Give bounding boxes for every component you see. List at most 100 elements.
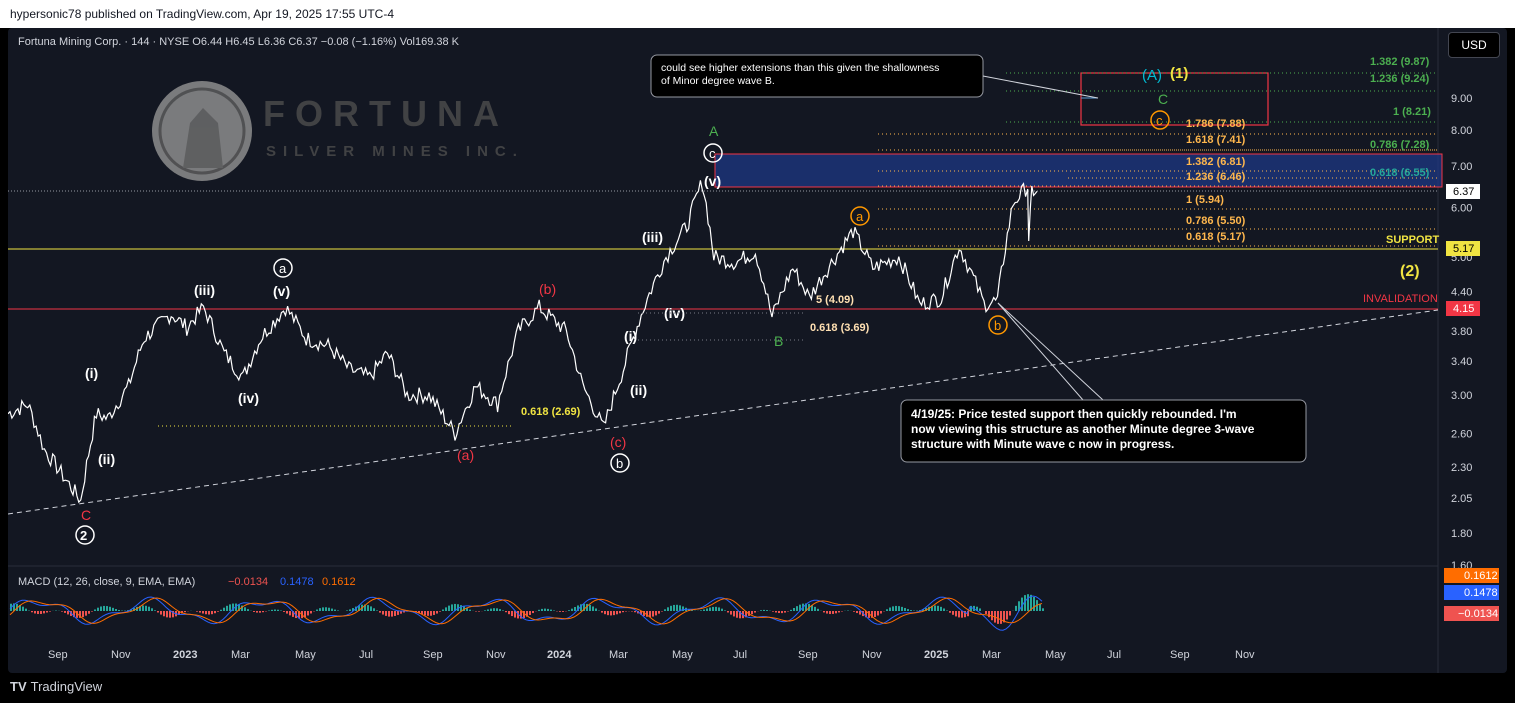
macd-histogram-bar	[775, 611, 777, 613]
fib-1618: 1.618 (7.41)	[1186, 134, 1246, 146]
macd-histogram-bar	[142, 605, 144, 611]
logo-subtitle: SILVER MINES INC.	[266, 143, 524, 160]
tradingview-brand[interactable]: TV TradingView	[10, 679, 102, 694]
currency-button[interactable]: USD	[1448, 32, 1500, 58]
macd-histogram-bar	[910, 610, 912, 611]
macd-histogram-bar	[325, 607, 327, 611]
macd-histogram-bar	[817, 608, 819, 611]
macd-histogram-bar	[427, 611, 429, 616]
macd-histogram-bar	[997, 611, 999, 624]
time-tick: 2025	[924, 649, 948, 661]
macd-histogram-bar	[511, 611, 513, 617]
macd-histogram-bar	[397, 611, 399, 615]
time-tick: Nov	[862, 649, 882, 661]
note-top-line1: could see higher extensions than this gi…	[661, 62, 939, 74]
macd-histogram-bar	[253, 611, 255, 612]
open-value: 6.44	[200, 36, 223, 48]
macd-histogram-bar	[442, 609, 444, 611]
note-bottom-line1: 4/19/25: Price tested support then quick…	[911, 407, 1237, 421]
price-tick: 3.00	[1451, 390, 1472, 402]
macd-histogram-bar	[949, 611, 951, 613]
macd-histogram-bar	[907, 609, 909, 611]
fib-0618-upper: 0.618 (6.55)	[1370, 167, 1430, 179]
wave-i-2: (i)	[624, 328, 637, 344]
time-tick: Nov	[1235, 649, 1255, 661]
macd-histogram-bar	[67, 611, 69, 615]
macd-histogram-bar	[229, 604, 231, 611]
logo-name: FORTUNA	[263, 93, 509, 134]
macd-histogram-bar	[367, 605, 369, 611]
macd-line-value: 0.1478	[280, 576, 314, 588]
macd-histogram-bar	[832, 611, 834, 614]
wave-iv-1: (iv)	[238, 390, 259, 406]
fortuna-logo: FORTUNA SILVER MINES INC.	[152, 81, 524, 181]
macd-histogram-bar	[886, 609, 888, 611]
macd-histogram-bar	[424, 611, 426, 616]
last-price-value: 6.37	[1453, 186, 1474, 198]
macd-histogram-bar	[655, 611, 657, 616]
wave-2-yellow: (2)	[1400, 263, 1420, 280]
macd-histogram-bar	[112, 607, 114, 611]
price-tick: 2.05	[1451, 493, 1472, 505]
macd-histogram-bar	[781, 611, 783, 614]
macd-histogram-bar	[874, 611, 876, 617]
price-chart[interactable]: FORTUNA SILVER MINES INC. C 2 (i) (ii) (…	[8, 28, 1507, 673]
macd-signal-badge-value: 0.1612	[1464, 570, 1498, 582]
macd-histogram-bar	[199, 611, 201, 613]
macd-histogram-bar	[145, 605, 147, 611]
time-tick: Mar	[231, 649, 250, 661]
wave-1-yellow: (1)	[1170, 65, 1188, 82]
time-tick: Sep	[1170, 649, 1190, 661]
time-tick: May	[672, 649, 693, 661]
macd-histogram-bar	[88, 611, 90, 614]
wave-A-green: A	[709, 123, 719, 139]
time-tick: Jul	[733, 649, 747, 661]
macd-histogram-bar	[448, 605, 450, 611]
note-bottom-pointer-1	[997, 302, 1104, 401]
time-tick: Sep	[48, 649, 68, 661]
fib-0618-lower: 0.618 (2.69)	[521, 406, 581, 418]
macd-histogram-bar	[433, 611, 435, 615]
macd-histogram-bar	[256, 611, 258, 613]
wave-ii-2: (ii)	[630, 382, 647, 398]
macd-histogram-bar	[379, 611, 381, 613]
macd-histogram-bar	[568, 610, 570, 611]
price-axis[interactable]: 1.601.802.052.302.603.003.403.804.405.00…	[1451, 93, 1472, 572]
macd-histogram-bar	[985, 611, 987, 614]
macd-histogram-bar	[508, 611, 510, 615]
macd-histogram-bar	[169, 611, 171, 618]
chart-frame[interactable]: FORTUNA SILVER MINES INC. C 2 (i) (ii) (…	[8, 28, 1507, 673]
wave-v-2: (v)	[704, 173, 721, 189]
macd-histogram-bar	[349, 609, 351, 611]
macd-histogram-bar	[835, 611, 837, 614]
time-axis[interactable]: Sep Nov 2023 Mar May Jul Sep Nov 2024 Mar May Jul Se…	[48, 649, 1255, 661]
note-bottom-line2: now viewing this structure as another Mi…	[911, 422, 1255, 436]
macd-histogram-bar	[1027, 594, 1029, 611]
macd-histogram-bar	[436, 611, 438, 614]
macd-histogram-bar	[166, 611, 168, 618]
macd-histogram-bar	[952, 611, 954, 615]
macd-histogram-bar	[445, 607, 447, 611]
macd-histogram-bar	[247, 609, 249, 611]
macd-histogram-bar	[727, 611, 729, 613]
fib-0618: 0.618 (5.17)	[1186, 231, 1246, 243]
fib-5-b: 5 (4.09)	[816, 294, 854, 306]
macd-histogram-bar	[1039, 604, 1041, 611]
support-label: SUPPORT	[1386, 234, 1439, 246]
wave-b-red: (b)	[539, 281, 556, 297]
macd-histogram-bar	[652, 611, 654, 617]
macd-histogram-bar	[484, 610, 486, 611]
macd-histogram-bar	[478, 611, 480, 612]
fib-1: 1 (5.94)	[1186, 194, 1224, 206]
macd-histogram-bar	[40, 611, 42, 614]
macd-histogram-bar	[988, 611, 990, 618]
time-tick: 2023	[173, 649, 197, 661]
macd-histogram-bar	[85, 611, 87, 616]
tradingview-label: TradingView	[30, 679, 103, 694]
price-tick: 8.00	[1451, 125, 1472, 137]
macd-histogram-bar	[958, 611, 960, 618]
macd-histogram-bar	[205, 611, 207, 615]
macd-histogram-bar	[595, 608, 597, 611]
macd-histogram-bar	[163, 611, 165, 617]
macd-histogram-bar	[559, 611, 561, 612]
